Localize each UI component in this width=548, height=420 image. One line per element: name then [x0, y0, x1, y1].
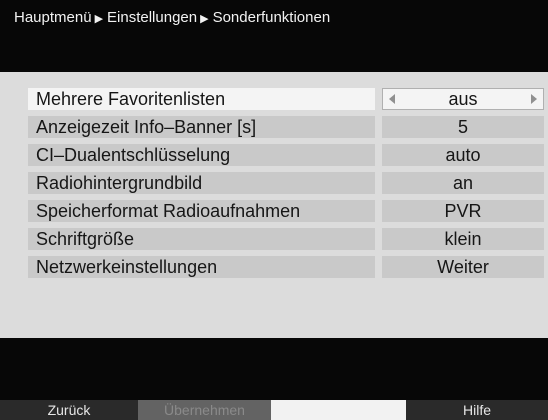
setting-value[interactable]: 5: [382, 116, 544, 138]
header-bar: Hauptmenü ▶ Einstellungen ▶ Sonderfunktionen: [0, 0, 548, 72]
setting-label: Mehrere Favoritenlisten: [28, 88, 375, 110]
breadcrumb-item-main-menu[interactable]: Hauptmenü: [14, 9, 92, 26]
back-button[interactable]: Zurück: [0, 400, 138, 420]
setting-label: Radiohintergrundbild: [28, 172, 375, 194]
setting-row-network-settings[interactable]: Netzwerkeinstellungen Weiter: [0, 253, 548, 281]
setting-value[interactable]: auto: [382, 144, 544, 166]
settings-panel: Mehrere Favoritenlisten aus Anzeigezeit …: [0, 72, 548, 338]
setting-value[interactable]: PVR: [382, 200, 544, 222]
arrow-right-icon[interactable]: [531, 94, 537, 104]
setting-row-info-banner-time[interactable]: Anzeigezeit Info–Banner [s] 5: [0, 113, 548, 141]
help-button[interactable]: Hilfe: [406, 400, 548, 420]
setting-value-selector[interactable]: aus: [382, 88, 544, 110]
arrow-left-icon[interactable]: [389, 94, 395, 104]
setting-value[interactable]: Weiter: [382, 256, 544, 278]
setting-label: Anzeigezeit Info–Banner [s]: [28, 116, 375, 138]
breadcrumb: Hauptmenü ▶ Einstellungen ▶ Sonderfunktionen: [14, 9, 330, 26]
breadcrumb-separator-icon: ▶: [200, 13, 209, 25]
breadcrumb-separator-icon: ▶: [94, 13, 104, 25]
apply-button[interactable]: Übernehmen: [138, 400, 271, 420]
setting-label: Speicherformat Radioaufnahmen: [28, 200, 375, 222]
setting-row-favorite-lists[interactable]: Mehrere Favoritenlisten aus: [0, 85, 548, 113]
breadcrumb-item-settings[interactable]: Einstellungen: [107, 9, 197, 26]
breadcrumb-item-special-functions: Sonderfunktionen: [212, 9, 331, 26]
setting-value[interactable]: klein: [382, 228, 544, 250]
blank-function-button[interactable]: [271, 400, 406, 420]
setting-label: Schriftgröße: [28, 228, 375, 250]
setting-row-radio-recording-format[interactable]: Speicherformat Radioaufnahmen PVR: [0, 197, 548, 225]
setting-row-font-size[interactable]: Schriftgröße klein: [0, 225, 548, 253]
footer-spacer: [0, 338, 548, 400]
setting-row-radio-background[interactable]: Radiohintergrundbild an: [0, 169, 548, 197]
setting-value[interactable]: an: [382, 172, 544, 194]
setting-label: CI–Dualentschlüsselung: [28, 144, 375, 166]
setting-value: aus: [448, 89, 478, 109]
setting-row-ci-dual-decryption[interactable]: CI–Dualentschlüsselung auto: [0, 141, 548, 169]
setting-label: Netzwerkeinstellungen: [28, 256, 375, 278]
footer-button-bar: Zurück Übernehmen Hilfe: [0, 400, 548, 420]
